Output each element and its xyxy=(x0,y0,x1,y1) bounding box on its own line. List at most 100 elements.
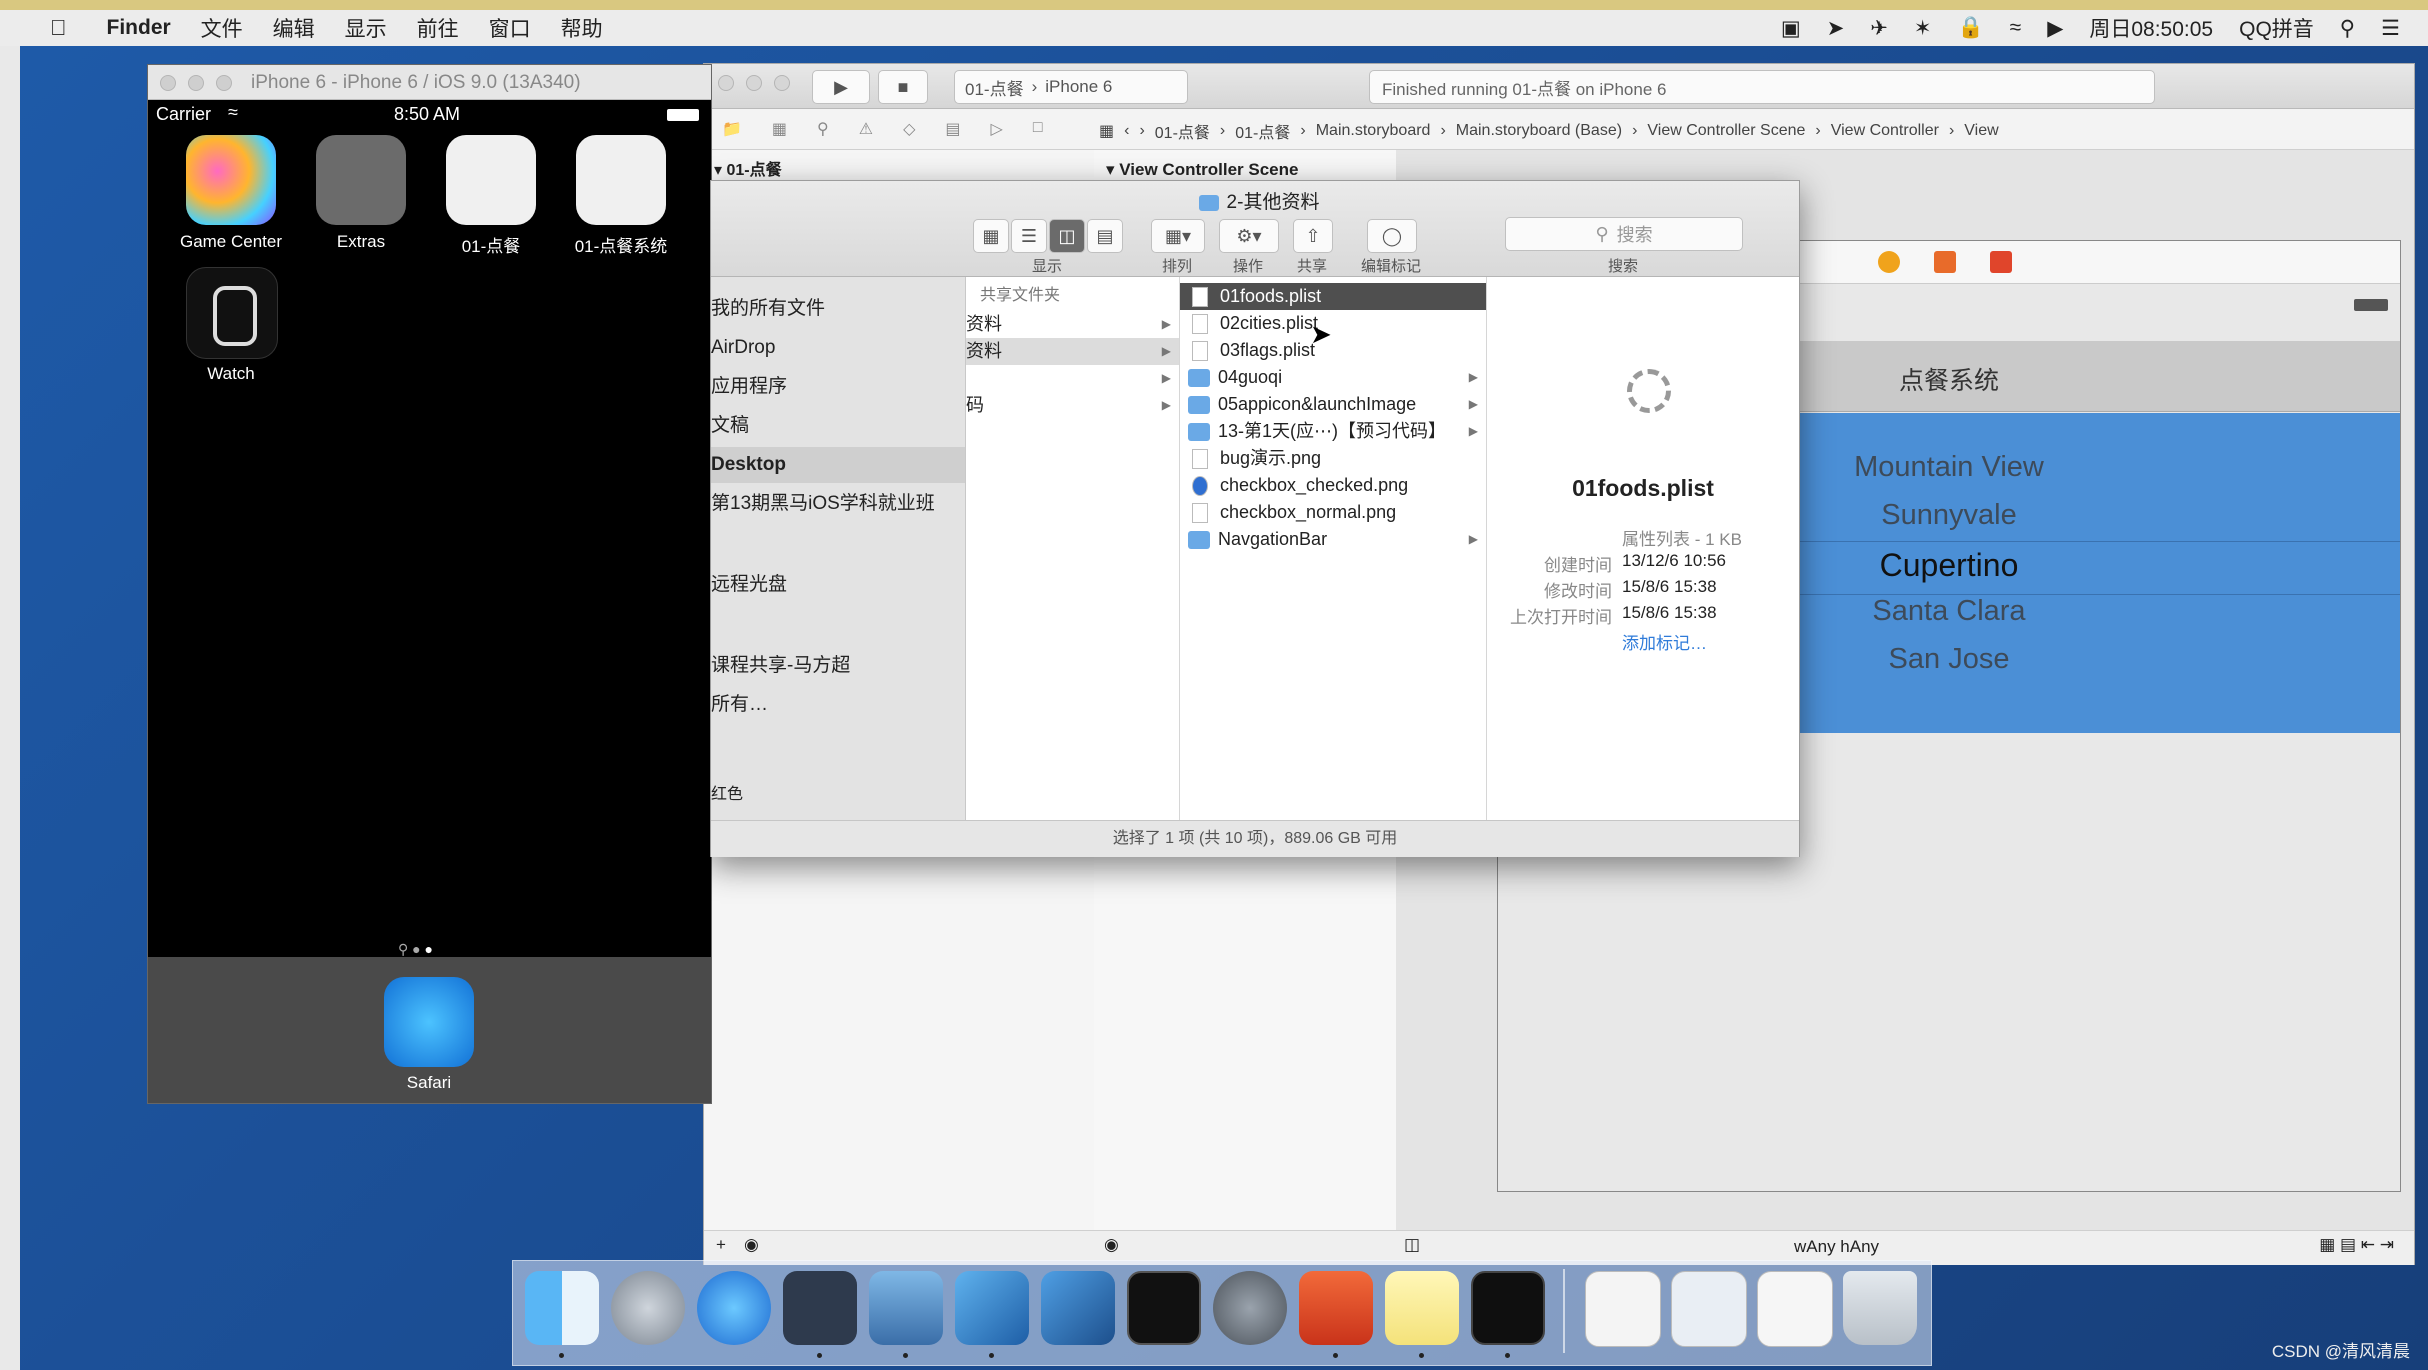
sidebar-item-remote-disc[interactable]: 远程光盘 xyxy=(711,567,965,603)
crumb-group[interactable]: 01-点餐 xyxy=(1235,119,1290,143)
view-list-button[interactable]: ☰ xyxy=(1011,219,1047,253)
back-icon[interactable]: ‹ xyxy=(1124,122,1129,140)
crumb-project[interactable]: 01-点餐 xyxy=(1155,119,1210,143)
project-navigator-icon[interactable]: 📁 xyxy=(722,119,742,139)
lock-icon[interactable]: 🔒 xyxy=(1958,16,1984,40)
file-row[interactable]: bug演示.png xyxy=(1180,445,1486,472)
safari-icon[interactable] xyxy=(697,1271,771,1345)
screenflow-icon[interactable] xyxy=(869,1271,943,1345)
view-icon-button[interactable]: ▦ xyxy=(973,219,1009,253)
outline-scene[interactable]: ▾ View Controller Scene xyxy=(1106,160,1298,180)
launchpad-icon[interactable] xyxy=(611,1271,685,1345)
bluetooth-icon[interactable]: ✶ xyxy=(1914,16,1932,41)
find-navigator-icon[interactable]: ⚲ xyxy=(817,119,829,139)
presentation-app-icon[interactable] xyxy=(1299,1271,1373,1345)
scheme-selector[interactable]: 01-点餐 › iPhone 6 xyxy=(954,70,1188,104)
folder-row[interactable]: NavgationBar ▶ xyxy=(1180,526,1486,553)
watch-icon[interactable] xyxy=(186,267,278,359)
sidebar-item-documents[interactable]: 文稿 xyxy=(711,408,965,444)
wifi-icon[interactable]: ≈ xyxy=(2010,16,2022,40)
sidebar-item-course[interactable]: 第13期黑马iOS学科就业班 xyxy=(711,486,965,522)
document-stack-icon[interactable] xyxy=(1585,1271,1661,1347)
zoom-button[interactable] xyxy=(774,75,790,91)
airplane-icon[interactable]: ✈ xyxy=(1870,16,1888,41)
file-row-selected[interactable]: 01foods.plist xyxy=(1180,283,1486,310)
sidebar-item-all[interactable]: 所有… xyxy=(711,687,965,723)
grid-icon[interactable]: ▦ xyxy=(1099,121,1114,141)
system-preferences-icon[interactable] xyxy=(1213,1271,1287,1345)
forward-icon[interactable]: › xyxy=(1139,122,1144,140)
report-navigator-icon[interactable]: □ xyxy=(1033,119,1043,139)
location-icon[interactable]: ➤ xyxy=(1827,16,1845,41)
input-method[interactable]: QQ拼音 xyxy=(2239,13,2314,43)
xcode-icon[interactable] xyxy=(955,1271,1029,1345)
exec-terminal-icon[interactable] xyxy=(1471,1271,1545,1345)
filter-icon[interactable]: ◉ xyxy=(744,1235,759,1255)
spotlight-icon[interactable]: ⚲ xyxy=(2340,16,2355,41)
menu-app-name[interactable]: Finder xyxy=(107,16,171,40)
list-item[interactable]: 资料 ▶ xyxy=(966,311,1179,338)
sidebar-item-applications[interactable]: 应用程序 xyxy=(711,369,965,405)
view-column-button[interactable]: ◫ xyxy=(1049,219,1085,253)
arrange-button[interactable]: ▦▾ xyxy=(1151,219,1205,253)
terminal-icon[interactable] xyxy=(1127,1271,1201,1345)
apple-icon[interactable]:  xyxy=(50,15,67,41)
file-row[interactable]: 03flags.plist xyxy=(1180,337,1486,364)
toggle-outline-icon[interactable]: ◫ xyxy=(1404,1235,1420,1255)
blank-app-icon[interactable] xyxy=(446,135,536,225)
layout-tools-icon[interactable]: ▦ ▤ ⇤ ⇥ xyxy=(2319,1235,2394,1255)
file-row[interactable]: 02cities.plist xyxy=(1180,310,1486,337)
view-cover-flow-button[interactable]: ▤ xyxy=(1087,219,1123,253)
add-tag-link[interactable]: 添加标记… xyxy=(1622,629,1707,654)
folder-row[interactable]: 05appicon&launchImage ▶ xyxy=(1180,391,1486,418)
list-item[interactable]: 资料 ▶ xyxy=(966,338,1179,365)
share-button[interactable]: ⇧ xyxy=(1293,219,1333,253)
add-icon[interactable]: + xyxy=(716,1235,726,1255)
menu-edit[interactable]: 编辑 xyxy=(273,13,315,43)
list-item[interactable]: 码 ▶ xyxy=(966,392,1179,419)
outline-filter-icon[interactable]: ◉ xyxy=(1104,1235,1119,1255)
close-button[interactable] xyxy=(718,75,734,91)
list-item[interactable]: ▶ xyxy=(966,365,1179,392)
screen-record-icon[interactable]: ▣ xyxy=(1781,16,1801,41)
folder-row[interactable]: 13-第1天(应⋯)【预习代码】 ▶ xyxy=(1180,418,1486,445)
file-row[interactable]: checkbox_normal.png xyxy=(1180,499,1486,526)
view-controller-icon[interactable] xyxy=(1878,251,1900,273)
folder-row[interactable]: 04guoqi ▶ xyxy=(1180,364,1486,391)
size-class-control[interactable]: wAny hAny xyxy=(1794,1237,1879,1257)
run-button[interactable]: ▶ xyxy=(812,70,870,104)
crumb-scene[interactable]: View Controller Scene xyxy=(1647,122,1805,140)
crumb-storyboard-base[interactable]: Main.storyboard (Base) xyxy=(1456,122,1622,140)
file-row[interactable]: checkbox_checked.png xyxy=(1180,472,1486,499)
sidebar-item-all-files[interactable]: 我的所有文件 xyxy=(711,291,965,327)
clock[interactable]: 周日08:50:05 xyxy=(2089,13,2213,43)
finder-icon[interactable] xyxy=(525,1271,599,1345)
sidebar-item-desktop[interactable]: Desktop xyxy=(711,447,965,483)
symbol-navigator-icon[interactable]: ▦ xyxy=(772,119,787,139)
minimize-button[interactable] xyxy=(746,75,762,91)
test-navigator-icon[interactable]: ◇ xyxy=(903,119,915,139)
downloads-stack-icon[interactable] xyxy=(1757,1271,1833,1347)
menu-file[interactable]: 文件 xyxy=(201,13,243,43)
navigator-root[interactable]: ▾ 01-点餐 xyxy=(714,156,782,180)
notes-icon[interactable] xyxy=(1385,1271,1459,1345)
exit-icon[interactable] xyxy=(1990,251,2012,273)
mouse-app-icon[interactable] xyxy=(783,1271,857,1345)
minimize-button[interactable] xyxy=(188,75,204,91)
sidebar-item-airdrop[interactable]: AirDrop xyxy=(711,330,965,366)
crumb-view-controller[interactable]: View Controller xyxy=(1831,122,1939,140)
notification-center-icon[interactable]: ☰ xyxy=(2381,16,2400,41)
sidebar-tag-red[interactable]: 红色 xyxy=(711,777,965,813)
search-field[interactable]: ⚲ 搜索 xyxy=(1505,217,1743,251)
issue-navigator-icon[interactable]: ⚠ xyxy=(859,119,873,139)
trash-icon[interactable] xyxy=(1843,1271,1917,1345)
first-responder-icon[interactable] xyxy=(1934,251,1956,273)
menu-go[interactable]: 前往 xyxy=(417,13,459,43)
safari-icon[interactable] xyxy=(384,977,474,1067)
crumb-storyboard[interactable]: Main.storyboard xyxy=(1316,122,1431,140)
menu-view[interactable]: 显示 xyxy=(345,13,387,43)
instruments-icon[interactable] xyxy=(1041,1271,1115,1345)
close-button[interactable] xyxy=(160,75,176,91)
debug-navigator-icon[interactable]: ▤ xyxy=(945,119,960,139)
stop-button[interactable]: ■ xyxy=(878,70,928,104)
